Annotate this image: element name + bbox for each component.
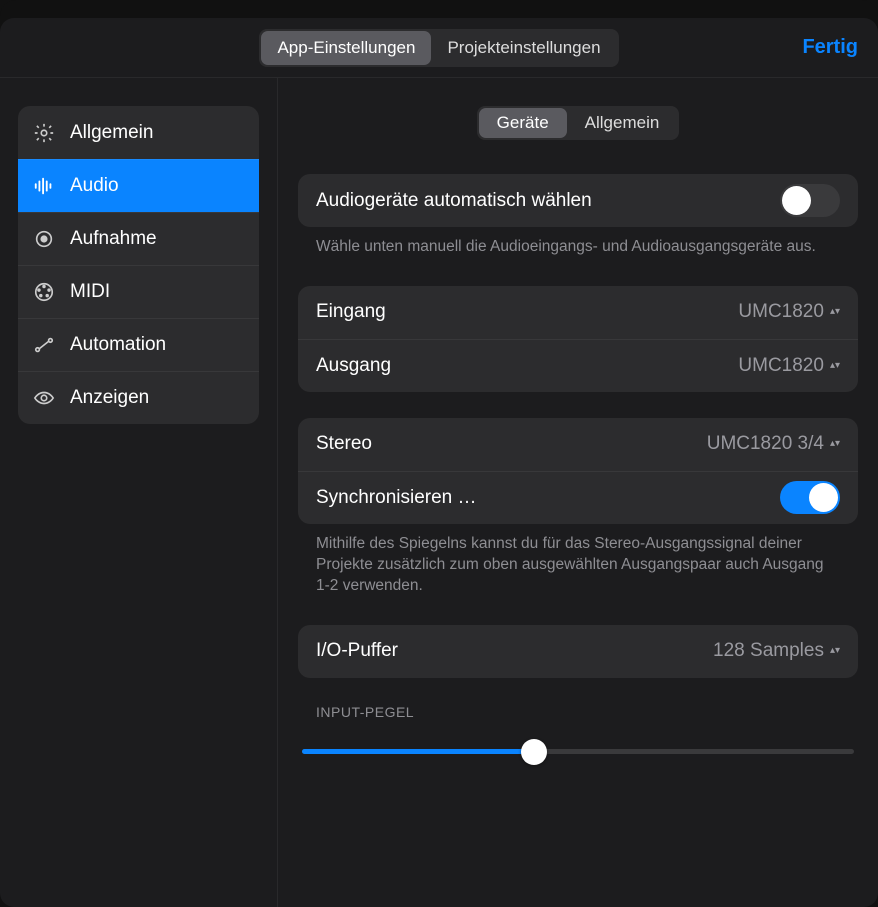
toggle-knob xyxy=(809,483,838,512)
subtab-allgemein[interactable]: Allgemein xyxy=(567,108,678,138)
sidebar-item-label: Audio xyxy=(70,175,119,197)
buffer-group: I/O-Puffer 128 Samples ▴▾ xyxy=(298,625,858,678)
slider-thumb[interactable] xyxy=(521,739,547,765)
updown-icon: ▴▾ xyxy=(830,309,840,315)
gear-icon xyxy=(32,121,56,145)
sidebar-item-label: Aufnahme xyxy=(70,228,157,250)
updown-icon: ▴▾ xyxy=(830,363,840,369)
auto-select-label: Audiogeräte automatisch wählen xyxy=(316,190,592,212)
audio-subtabs: Geräte Allgemein xyxy=(477,106,680,140)
midi-icon xyxy=(32,280,56,304)
input-label: Eingang xyxy=(316,301,386,323)
input-value: UMC1820 xyxy=(738,301,824,323)
sidebar-item-label: MIDI xyxy=(70,281,110,303)
body: Allgemein Audio xyxy=(0,78,878,907)
sidebar-item-midi[interactable]: MIDI xyxy=(18,265,259,318)
automation-icon xyxy=(32,333,56,357)
sidebar-item-label: Automation xyxy=(70,334,166,356)
waveform-icon xyxy=(32,174,56,198)
input-level-label: INPUT-PEGEL xyxy=(298,704,858,728)
auto-select-toggle[interactable] xyxy=(780,184,840,217)
sidebar-item-label: Allgemein xyxy=(70,122,153,144)
main: Geräte Allgemein Audiogeräte automatisch… xyxy=(278,78,878,907)
output-device-row[interactable]: Ausgang UMC1820 ▴▾ xyxy=(298,339,858,392)
tab-app-settings[interactable]: App-Einstellungen xyxy=(261,31,431,65)
auto-select-row[interactable]: Audiogeräte automatisch wählen xyxy=(298,174,858,227)
top-segment: App-Einstellungen Projekteinstellungen xyxy=(259,29,618,67)
sidebar-item-label: Anzeigen xyxy=(70,387,149,409)
buffer-label: I/O-Puffer xyxy=(316,640,398,662)
subtab-geraete[interactable]: Geräte xyxy=(479,108,567,138)
slider-fill xyxy=(302,749,534,754)
stereo-row[interactable]: Stereo UMC1820 3/4 ▴▾ xyxy=(298,418,858,471)
updown-icon: ▴▾ xyxy=(830,441,840,447)
auto-select-group: Audiogeräte automatisch wählen xyxy=(298,174,858,227)
tab-project-settings[interactable]: Projekteinstellungen xyxy=(431,31,616,65)
sidebar-item-allgemein[interactable]: Allgemein xyxy=(18,106,259,159)
io-group: Eingang UMC1820 ▴▾ Ausgang UMC1820 ▴▾ xyxy=(298,286,858,392)
stereo-value: UMC1820 3/4 xyxy=(707,433,824,455)
record-icon xyxy=(32,227,56,251)
auto-select-help: Wähle unten manuell die Audioeingangs- u… xyxy=(298,227,858,258)
sync-row[interactable]: Synchronisieren … xyxy=(298,471,858,524)
settings-sheet: App-Einstellungen Projekteinstellungen F… xyxy=(0,18,878,907)
sidebar-item-audio[interactable]: Audio xyxy=(18,159,259,212)
sidebar-list: Allgemein Audio xyxy=(18,106,259,424)
header: App-Einstellungen Projekteinstellungen F… xyxy=(0,18,878,78)
output-label: Ausgang xyxy=(316,355,391,377)
input-device-row[interactable]: Eingang UMC1820 ▴▾ xyxy=(298,286,858,339)
updown-icon: ▴▾ xyxy=(830,648,840,654)
toggle-knob xyxy=(782,186,811,215)
sidebar-item-anzeigen[interactable]: Anzeigen xyxy=(18,371,259,424)
buffer-value: 128 Samples xyxy=(713,640,824,662)
mirror-help: Mithilfe des Spiegelns kannst du für das… xyxy=(298,524,858,597)
output-value: UMC1820 xyxy=(738,355,824,377)
sidebar-item-aufnahme[interactable]: Aufnahme xyxy=(18,212,259,265)
sync-label: Synchronisieren … xyxy=(316,487,477,509)
done-button[interactable]: Fertig xyxy=(802,36,858,59)
stereo-label: Stereo xyxy=(316,433,372,455)
eye-icon xyxy=(32,386,56,410)
mirror-group: Stereo UMC1820 3/4 ▴▾ Synchronisieren … xyxy=(298,418,858,524)
sync-toggle[interactable] xyxy=(780,481,840,514)
sidebar-item-automation[interactable]: Automation xyxy=(18,318,259,371)
input-level-slider[interactable] xyxy=(298,740,858,764)
sidebar: Allgemein Audio xyxy=(0,78,278,907)
buffer-row[interactable]: I/O-Puffer 128 Samples ▴▾ xyxy=(298,625,858,678)
